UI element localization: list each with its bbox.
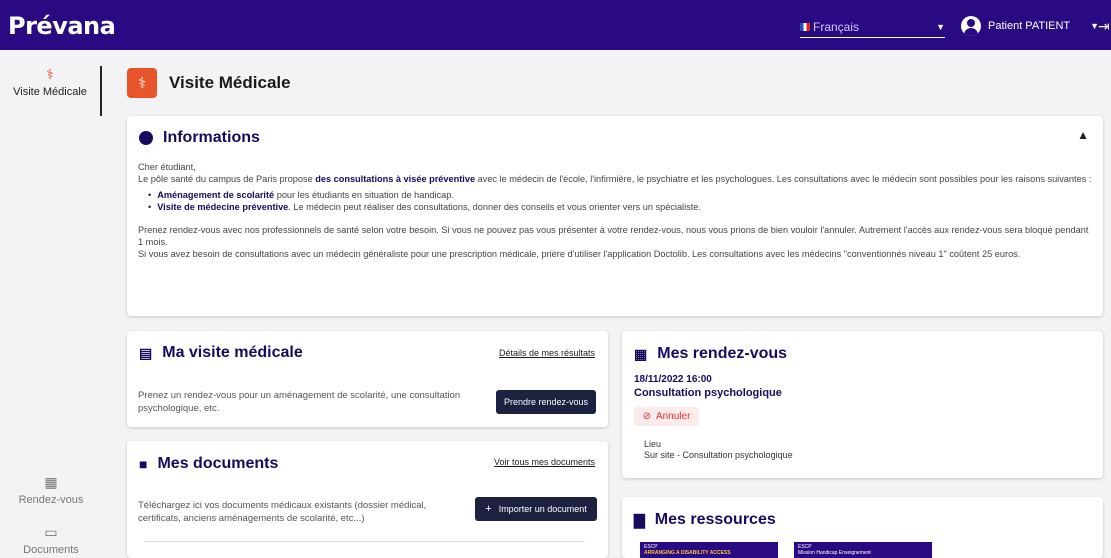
chevron-down-icon: ▼ bbox=[936, 22, 945, 32]
intro-text-2: avec le médecin de l'école, l'infirmière… bbox=[475, 174, 1092, 185]
sidebar-item-label: Rendez-vous bbox=[18, 494, 84, 506]
ressources-header: ▇ Mes ressources bbox=[634, 511, 776, 529]
app-logo[interactable]: Prévana bbox=[8, 12, 116, 40]
sidebar: ⚕ Visite Médicale ▦ Rendez-vous ▭ Docume… bbox=[0, 50, 110, 558]
documents-text: Téléchargez ici vos documents médicaux e… bbox=[138, 500, 427, 524]
document-icon: ▇ bbox=[634, 511, 645, 528]
logout-icon[interactable]: ⇥ bbox=[1098, 18, 1110, 35]
language-label: Français bbox=[813, 20, 860, 34]
folder-icon: ■ bbox=[139, 456, 148, 472]
all-documents-link[interactable]: Voir tous mes documents bbox=[494, 457, 595, 467]
bullet-bold: Visite de médecine préventive bbox=[157, 202, 289, 213]
bullet-text: . Le médecin peut réaliser des consultat… bbox=[288, 202, 701, 213]
french-flag-icon bbox=[800, 23, 810, 31]
resource-title: ARRANGING A DISABILITY ACCESS bbox=[644, 550, 731, 556]
visite-header: ▤ Ma visite médicale bbox=[139, 344, 303, 362]
bullet-bold: Aménagement de scolarité bbox=[157, 189, 275, 200]
card-title: Mes documents bbox=[157, 455, 279, 472]
informations-card: i Informations ▲ Cher étudiant, Le pôle … bbox=[127, 116, 1103, 316]
rendez-vous-header: ▦ Mes rendez-vous bbox=[634, 345, 787, 363]
top-bar: Prévana Français ▼ Patient PATIENT ▼ ⇥ bbox=[0, 0, 1111, 50]
plus-icon: + bbox=[485, 503, 492, 515]
intro: Le pôle santé du campus de Paris propose… bbox=[138, 173, 1093, 185]
import-document-label: Importer un document bbox=[498, 504, 587, 514]
card-title: Ma visite médicale bbox=[162, 344, 303, 361]
calendar-icon: ▦ bbox=[634, 345, 648, 362]
book-appointment-button[interactable]: Prendre rendez-vous bbox=[496, 390, 596, 414]
divider bbox=[145, 541, 585, 542]
visite-text: Prenez un rendez-vous pour un aménagemen… bbox=[138, 390, 461, 414]
appointment-type: Consultation psychologique bbox=[634, 387, 782, 399]
documents-header: ■ Mes documents bbox=[139, 455, 278, 473]
user-avatar-icon bbox=[961, 16, 981, 36]
card-title: Mes ressources bbox=[654, 511, 776, 528]
sidebar-item-visite-medicale[interactable]: ⚕ Visite Médicale bbox=[0, 66, 102, 116]
appointment-date: 18/11/2022 16:00 bbox=[634, 374, 712, 385]
greeting: Cher étudiant, bbox=[138, 162, 196, 172]
intro-text: Le pôle santé du campus de Paris propose bbox=[138, 174, 316, 185]
sidebar-item-label: Documents bbox=[23, 544, 79, 556]
resource-thumbnail[interactable]: ESCP Mission Handicap Enseignement bbox=[794, 542, 932, 558]
reasons-list: Aménagement de scolarité pour les étudia… bbox=[148, 189, 1093, 214]
user-name: Patient PATIENT bbox=[988, 20, 1071, 32]
calendar-icon: ▦ bbox=[44, 474, 58, 490]
user-menu[interactable]: Patient PATIENT ▼ bbox=[961, 15, 1099, 37]
location-label: Lieu bbox=[644, 439, 662, 449]
page-header: ⚕ Visite Médicale bbox=[127, 68, 291, 98]
stethoscope-icon: ⚕ bbox=[46, 66, 54, 82]
page-title: Visite Médicale bbox=[169, 73, 291, 92]
import-document-button[interactable]: + Importer un document bbox=[475, 497, 597, 521]
folder-icon: ▭ bbox=[44, 524, 58, 540]
resource-title: Mission Handicap Enseignement bbox=[798, 550, 871, 556]
chevron-up-icon[interactable]: ▲ bbox=[1077, 128, 1089, 142]
cancel-label: Annuler bbox=[655, 411, 691, 422]
informations-header: i Informations bbox=[139, 129, 260, 147]
sidebar-item-label: Visite Médicale bbox=[13, 86, 87, 98]
rendez-vous-card: ▦ Mes rendez-vous 18/11/2022 16:00 Consu… bbox=[622, 331, 1103, 478]
informations-body: Cher étudiant, Le pôle santé du campus d… bbox=[138, 161, 1093, 261]
doctolib-note: Si vous avez besoin de consultations ave… bbox=[138, 249, 1021, 260]
card-title: Informations bbox=[163, 129, 260, 146]
sidebar-item-rendez-vous[interactable]: ▦ Rendez-vous bbox=[0, 474, 102, 506]
visite-card: ▤ Ma visite médicale Détails de mes résu… bbox=[127, 331, 608, 427]
clipboard-icon: ▤ bbox=[139, 344, 153, 361]
resource-thumbnail[interactable]: ESCP ARRANGING A DISABILITY ACCESS bbox=[640, 542, 778, 558]
sidebar-item-documents[interactable]: ▭ Documents bbox=[0, 524, 102, 556]
appointment-location: Lieu Sur site - Consultation psychologiq… bbox=[644, 439, 793, 461]
card-title: Mes rendez-vous bbox=[657, 345, 788, 362]
results-link[interactable]: Détails de mes résultats bbox=[499, 348, 595, 358]
language-select[interactable]: Français ▼ bbox=[800, 20, 945, 38]
stethoscope-icon: ⚕ bbox=[127, 68, 157, 98]
bullet-text: pour les étudiants en situation de handi… bbox=[274, 189, 454, 200]
list-item: Aménagement de scolarité pour les étudia… bbox=[148, 189, 1093, 201]
cancel-icon: ⊘ bbox=[642, 411, 651, 422]
documents-card: ■ Mes documents Voir tous mes documents … bbox=[127, 441, 608, 558]
cancellation-note: Prenez rendez-vous avec nos professionne… bbox=[138, 224, 1089, 248]
location-value: Sur site - Consultation psychologique bbox=[644, 450, 793, 460]
cancel-button[interactable]: ⊘ Annuler bbox=[634, 407, 699, 426]
list-item: Visite de médecine préventive. Le médeci… bbox=[148, 201, 1093, 213]
info-icon: i bbox=[139, 130, 153, 146]
intro-bold: des consultations à visée préventive bbox=[315, 174, 476, 185]
